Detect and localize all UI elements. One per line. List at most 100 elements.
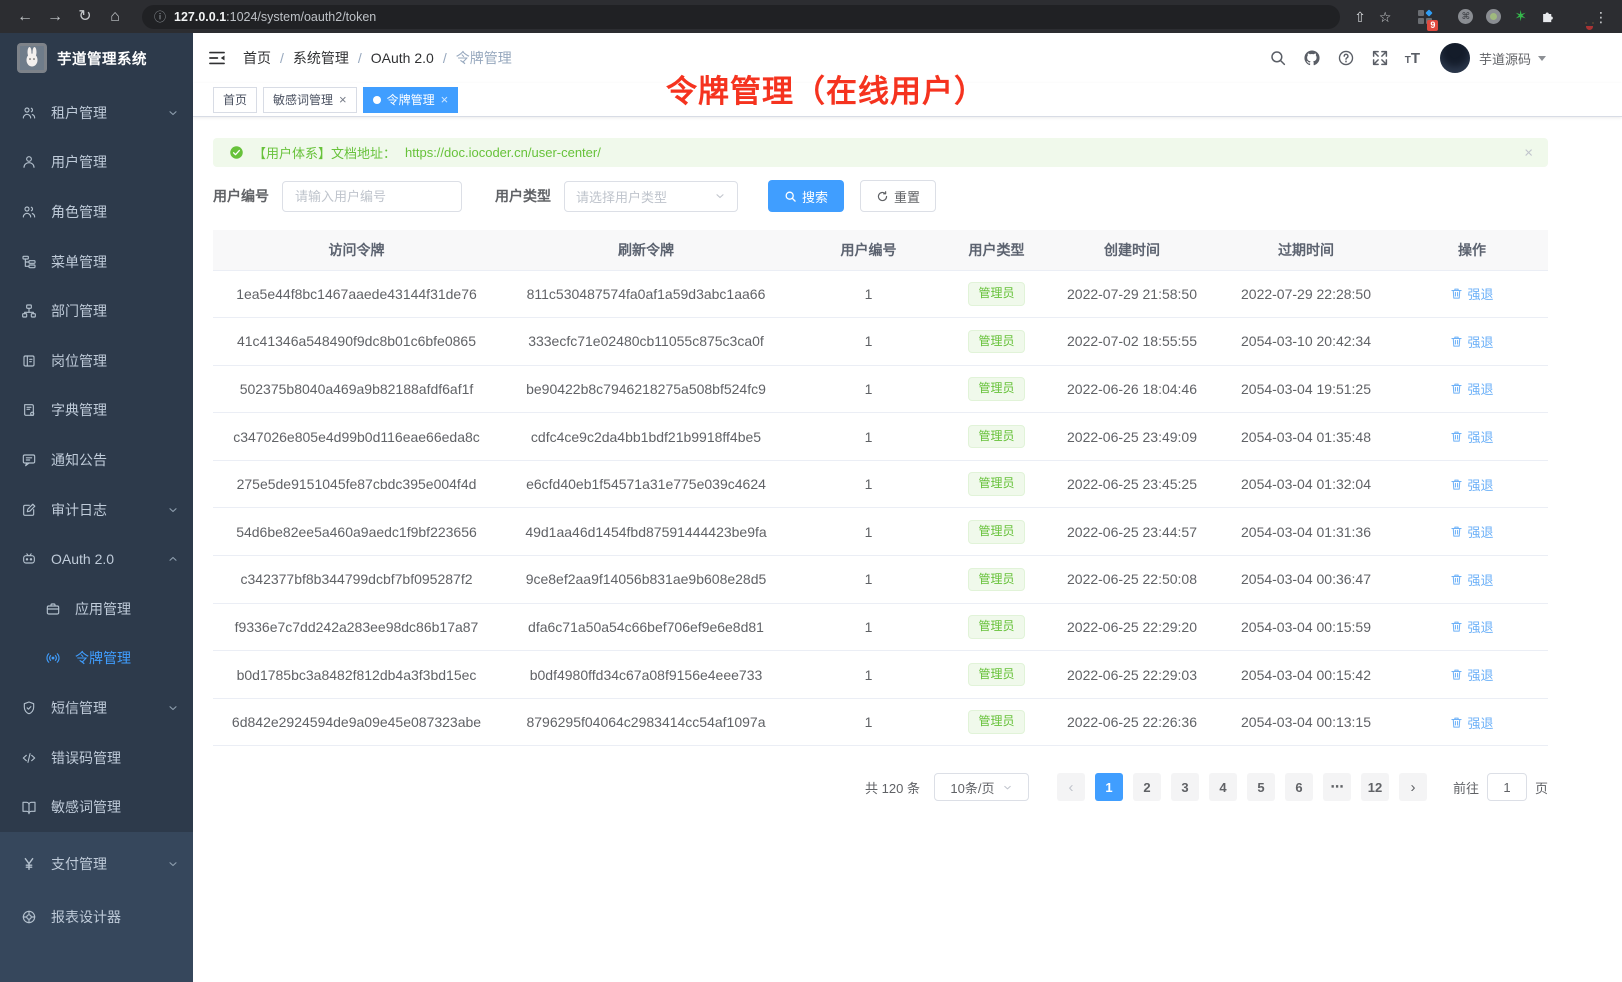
page-button-3[interactable]: 3: [1171, 773, 1199, 801]
user-type-cell: 管理员: [945, 270, 1048, 318]
user-type-cell: 管理员: [945, 556, 1048, 604]
font-size-icon[interactable]: TT: [1405, 50, 1420, 67]
actions-cell: 强退: [1396, 270, 1548, 318]
user-type-select[interactable]: 请选择用户类型: [564, 181, 738, 212]
search-icon[interactable]: [1269, 49, 1287, 67]
column-header: 过期时间: [1216, 230, 1396, 270]
close-icon[interactable]: ×: [1524, 144, 1533, 161]
actions-cell: 强退: [1396, 603, 1548, 651]
sidebar-menu: 租户管理用户管理角色管理菜单管理部门管理岗位管理字典管理通知公告审计日志OAut…: [0, 83, 193, 832]
browser-back-button[interactable]: ←: [12, 5, 38, 29]
user-type-badge: 管理员: [968, 663, 1024, 687]
force-logout-button[interactable]: 强退: [1450, 713, 1493, 732]
force-logout-button[interactable]: 强退: [1450, 332, 1493, 351]
extension-grid-icon[interactable]: 9: [1418, 10, 1432, 24]
app-logo[interactable]: 芋道管理系统: [0, 33, 193, 83]
bookmark-star-icon[interactable]: ☆: [1379, 10, 1392, 24]
user-name[interactable]: 芋道源码: [1479, 49, 1531, 68]
sidebar-item-notice[interactable]: 通知公告: [0, 435, 193, 485]
tab-敏感词管理[interactable]: 敏感词管理×: [263, 87, 357, 113]
sidebar-collapse-icon[interactable]: [207, 48, 227, 68]
puzzle-extensions-icon[interactable]: [1540, 9, 1555, 24]
recorder-extension-icon[interactable]: [1486, 9, 1501, 24]
user-type-placeholder: 请选择用户类型: [576, 187, 667, 206]
force-logout-button[interactable]: 强退: [1450, 522, 1493, 541]
force-logout-button[interactable]: 强退: [1450, 475, 1493, 494]
actions-cell: 强退: [1396, 508, 1548, 556]
page-button-6[interactable]: 6: [1285, 773, 1313, 801]
browser-menu-icon[interactable]: ⋮: [1594, 10, 1608, 24]
force-logout-button[interactable]: 强退: [1450, 379, 1493, 398]
next-page-button[interactable]: ›: [1399, 773, 1427, 801]
site-info-icon[interactable]: ⓘ: [154, 8, 166, 25]
close-icon[interactable]: ×: [441, 93, 449, 106]
created-time-cell: 2022-07-29 21:58:50: [1048, 270, 1216, 318]
prev-page-button[interactable]: ‹: [1057, 773, 1085, 801]
sidebar-item-oauth2[interactable]: OAuth 2.0: [0, 534, 193, 584]
sidebar-item-menu[interactable]: 菜单管理: [0, 237, 193, 287]
search-button[interactable]: 搜索: [768, 180, 844, 212]
browser-home-button[interactable]: ⌂: [102, 5, 128, 29]
force-logout-button[interactable]: 强退: [1450, 570, 1493, 589]
sidebar-item-audit[interactable]: 审计日志: [0, 485, 193, 535]
created-time-cell: 2022-06-25 22:50:08: [1048, 556, 1216, 604]
sidebar-item-report[interactable]: 报表设计器: [0, 891, 193, 944]
force-logout-button[interactable]: 强退: [1450, 427, 1493, 446]
help-icon[interactable]: [1337, 49, 1355, 67]
green-star-extension-icon[interactable]: ✶: [1514, 9, 1527, 24]
sidebar-item-oauth2-token[interactable]: 令牌管理: [0, 634, 193, 684]
address-bar[interactable]: ⓘ 127.0.0.1:1024/system/oauth2/token: [142, 5, 1340, 29]
github-icon[interactable]: [1303, 49, 1321, 67]
chevron-down-icon[interactable]: [1538, 56, 1546, 61]
sidebar-item-errcode[interactable]: 错误码管理: [0, 733, 193, 783]
breadcrumb-item[interactable]: 首页: [243, 48, 271, 68]
alert-doc-link[interactable]: https://doc.iocoder.cn/user-center/: [405, 145, 601, 160]
close-icon[interactable]: ×: [339, 93, 347, 106]
sidebar-item-oauth2-app[interactable]: 应用管理: [0, 584, 193, 634]
browser-reload-button[interactable]: ↻: [72, 5, 98, 29]
sidebar-item-user[interactable]: 用户管理: [0, 138, 193, 188]
page-size-select[interactable]: 10条/页: [934, 773, 1029, 801]
dict-icon: [21, 402, 37, 418]
main-area: 首页/系统管理/OAuth 2.0/令牌管理 TT 芋道源码 首页敏感词管理×令…: [193, 33, 1622, 982]
reset-button[interactable]: 重置: [860, 180, 936, 212]
created-time-cell: 2022-07-02 18:55:55: [1048, 318, 1216, 366]
force-logout-button[interactable]: 强退: [1450, 665, 1493, 684]
user-id-input[interactable]: [282, 181, 462, 212]
command-extension-icon[interactable]: ⌘: [1458, 9, 1473, 24]
force-logout-button[interactable]: 强退: [1450, 284, 1493, 303]
sidebar-item-role[interactable]: 角色管理: [0, 187, 193, 237]
page-button-4[interactable]: 4: [1209, 773, 1237, 801]
breadcrumb-item[interactable]: OAuth 2.0: [371, 50, 434, 66]
share-icon[interactable]: ⇧: [1354, 10, 1366, 24]
page-button-2[interactable]: 2: [1133, 773, 1161, 801]
goto-page-input[interactable]: [1487, 773, 1527, 801]
sidebar-item-sensitive[interactable]: 敏感词管理: [0, 782, 193, 832]
access-token-cell: f9336e7c7dd242a283ee98dc86b17a87: [213, 603, 500, 651]
sidebar-item-dict[interactable]: 字典管理: [0, 386, 193, 436]
sidebar-item-post[interactable]: 岗位管理: [0, 336, 193, 386]
sidebar-item-tenant[interactable]: 租户管理: [0, 88, 193, 138]
breadcrumb-item: 令牌管理: [456, 48, 512, 68]
annotation-text: 令牌管理（在线用户）: [666, 66, 986, 111]
tab-令牌管理[interactable]: 令牌管理×: [363, 87, 459, 113]
sidebar-item-sms[interactable]: 短信管理: [0, 683, 193, 733]
page-button-1[interactable]: 1: [1095, 773, 1123, 801]
user-id-cell: 1: [792, 508, 945, 556]
tab-首页[interactable]: 首页: [213, 87, 257, 113]
expire-time-cell: 2054-03-04 01:32:04: [1216, 460, 1396, 508]
created-time-cell: 2022-06-26 18:04:46: [1048, 365, 1216, 413]
breadcrumb-item[interactable]: 系统管理: [293, 48, 349, 68]
sidebar-item-pay[interactable]: 支付管理: [0, 838, 193, 891]
more-pages-button[interactable]: ⋯: [1323, 773, 1351, 801]
avatar[interactable]: [1440, 43, 1470, 73]
refresh-token-cell: e6cfd40eb1f54571a31e775e039c4624: [500, 460, 792, 508]
fullscreen-icon[interactable]: [1371, 49, 1389, 67]
table-row: b0d1785bc3a8482f812db4a3f3bd15ecb0df4980…: [213, 651, 1548, 699]
goto-label: 前往: [1453, 778, 1479, 797]
page-button-5[interactable]: 5: [1247, 773, 1275, 801]
page-button-12[interactable]: 12: [1361, 773, 1389, 801]
browser-forward-button[interactable]: →: [42, 5, 68, 29]
force-logout-button[interactable]: 强退: [1450, 617, 1493, 636]
sidebar-item-dept[interactable]: 部门管理: [0, 286, 193, 336]
